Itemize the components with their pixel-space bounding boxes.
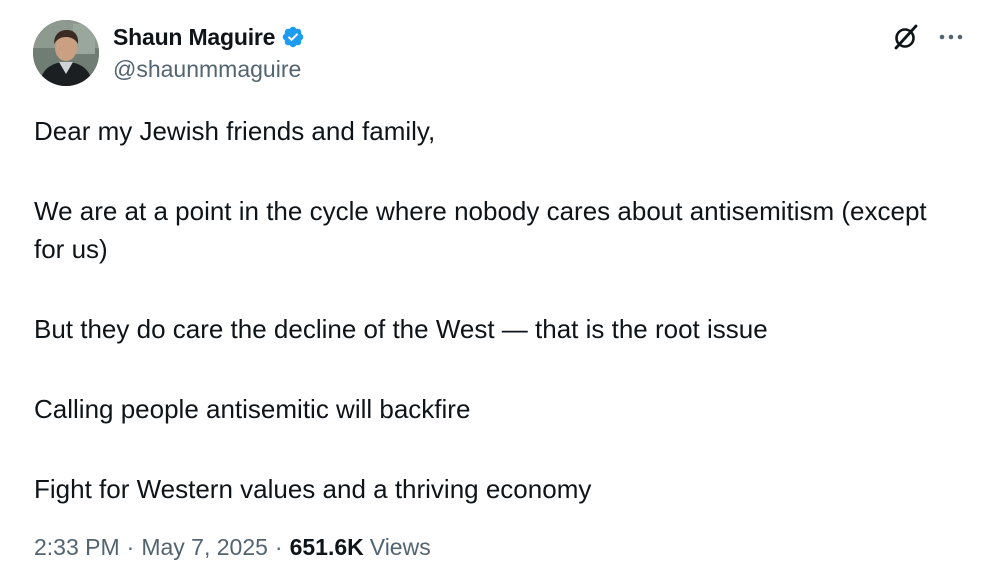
tweet-paragraph: We are at a point in the cycle where nob… — [34, 196, 927, 264]
tweet-text: Dear my Jewish friends and family, We ar… — [34, 112, 964, 508]
views-label: Views — [369, 534, 431, 560]
tweet-paragraph: But they do care the decline of the West… — [34, 314, 768, 344]
tweet-paragraph: Dear my Jewish friends and family, — [34, 116, 436, 146]
views-count[interactable]: 651.6K — [290, 534, 364, 561]
tweet-card: Shaun Maguire @shaunmmaguire Dear my Jew… — [0, 0, 1000, 584]
author-name-row: Shaun Maguire — [113, 22, 305, 52]
more-options-icon[interactable] — [936, 24, 966, 50]
tweet-date[interactable]: May 7, 2025 — [141, 534, 268, 561]
tweet-paragraph: Calling people antisemitic will backfire — [34, 394, 471, 424]
grok-icon[interactable] — [891, 22, 921, 52]
avatar[interactable] — [33, 20, 99, 86]
meta-separator: · — [126, 534, 135, 560]
meta-separator: · — [274, 534, 283, 560]
author-handle[interactable]: @shaunmmaguire — [113, 56, 301, 83]
verified-badge-icon[interactable] — [281, 25, 305, 49]
tweet-time[interactable]: 2:33 PM — [34, 534, 120, 561]
author-display-name[interactable]: Shaun Maguire — [113, 24, 275, 51]
tweet-meta: 2:33 PM · May 7, 2025 · 651.6K Views — [34, 534, 431, 561]
tweet-paragraph: Fight for Western values and a thriving … — [34, 474, 592, 504]
avatar-image — [33, 20, 99, 86]
